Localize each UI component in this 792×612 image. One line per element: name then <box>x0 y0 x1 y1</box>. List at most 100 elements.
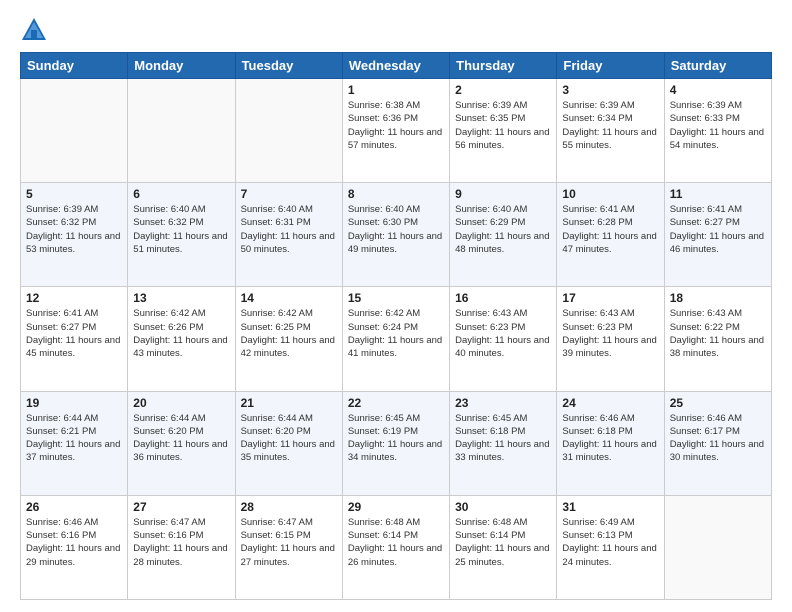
calendar-cell: 13 Sunrise: 6:42 AM Sunset: 6:26 PM Dayli… <box>128 287 235 391</box>
calendar-header-row: SundayMondayTuesdayWednesdayThursdayFrid… <box>21 53 772 79</box>
day-number: 10 <box>562 187 658 201</box>
day-number: 15 <box>348 291 444 305</box>
day-info: Sunrise: 6:44 AM Sunset: 6:21 PM Dayligh… <box>26 412 122 465</box>
calendar-cell: 4 Sunrise: 6:39 AM Sunset: 6:33 PM Daylig… <box>664 79 771 183</box>
day-number: 3 <box>562 83 658 97</box>
day-info: Sunrise: 6:44 AM Sunset: 6:20 PM Dayligh… <box>241 412 337 465</box>
logo <box>20 16 52 44</box>
day-number: 9 <box>455 187 551 201</box>
day-info: Sunrise: 6:39 AM Sunset: 6:33 PM Dayligh… <box>670 99 766 152</box>
day-number: 12 <box>26 291 122 305</box>
day-number: 28 <box>241 500 337 514</box>
day-info: Sunrise: 6:46 AM Sunset: 6:17 PM Dayligh… <box>670 412 766 465</box>
calendar-cell: 25 Sunrise: 6:46 AM Sunset: 6:17 PM Dayli… <box>664 391 771 495</box>
calendar-week-row: 12Sunrise: 6:41 AM Sunset: 6:27 PM Dayli… <box>21 287 772 391</box>
calendar-cell: 15 Sunrise: 6:42 AM Sunset: 6:24 PM Dayli… <box>342 287 449 391</box>
calendar-cell: 29Sunrise: 6:48 AM Sunset: 6:14 PM Dayli… <box>342 495 449 599</box>
calendar-day-header: Thursday <box>450 53 557 79</box>
calendar-cell: 9 Sunrise: 6:40 AM Sunset: 6:29 PM Daylig… <box>450 183 557 287</box>
day-info: Sunrise: 6:47 AM Sunset: 6:15 PM Dayligh… <box>241 516 337 569</box>
day-number: 29 <box>348 500 444 514</box>
calendar-cell: 5 Sunrise: 6:39 AM Sunset: 6:32 PM Daylig… <box>21 183 128 287</box>
day-number: 11 <box>670 187 766 201</box>
calendar-cell: 1 Sunrise: 6:38 AM Sunset: 6:36 PM Daylig… <box>342 79 449 183</box>
day-number: 26 <box>26 500 122 514</box>
day-number: 1 <box>348 83 444 97</box>
day-number: 24 <box>562 396 658 410</box>
day-info: Sunrise: 6:40 AM Sunset: 6:31 PM Dayligh… <box>241 203 337 256</box>
calendar-cell: 23Sunrise: 6:45 AM Sunset: 6:18 PM Dayli… <box>450 391 557 495</box>
header <box>20 16 772 44</box>
calendar-cell: 30 Sunrise: 6:48 AM Sunset: 6:14 PM Dayli… <box>450 495 557 599</box>
calendar-cell: 2 Sunrise: 6:39 AM Sunset: 6:35 PM Daylig… <box>450 79 557 183</box>
calendar-week-row: 26 Sunrise: 6:46 AM Sunset: 6:16 PM Dayli… <box>21 495 772 599</box>
day-info: Sunrise: 6:41 AM Sunset: 6:28 PM Dayligh… <box>562 203 658 256</box>
calendar-cell: 20Sunrise: 6:44 AM Sunset: 6:20 PM Dayli… <box>128 391 235 495</box>
calendar-cell: 27 Sunrise: 6:47 AM Sunset: 6:16 PM Dayli… <box>128 495 235 599</box>
calendar-cell: 10 Sunrise: 6:41 AM Sunset: 6:28 PM Dayli… <box>557 183 664 287</box>
day-number: 14 <box>241 291 337 305</box>
calendar-day-header: Wednesday <box>342 53 449 79</box>
day-number: 31 <box>562 500 658 514</box>
calendar-week-row: 19 Sunrise: 6:44 AM Sunset: 6:21 PM Dayli… <box>21 391 772 495</box>
calendar-cell: 6Sunrise: 6:40 AM Sunset: 6:32 PM Daylig… <box>128 183 235 287</box>
day-number: 18 <box>670 291 766 305</box>
calendar-cell: 17 Sunrise: 6:43 AM Sunset: 6:23 PM Dayli… <box>557 287 664 391</box>
day-number: 8 <box>348 187 444 201</box>
calendar-cell: 14Sunrise: 6:42 AM Sunset: 6:25 PM Dayli… <box>235 287 342 391</box>
calendar-cell <box>664 495 771 599</box>
day-number: 19 <box>26 396 122 410</box>
day-info: Sunrise: 6:40 AM Sunset: 6:29 PM Dayligh… <box>455 203 551 256</box>
day-number: 22 <box>348 396 444 410</box>
calendar-week-row: 5 Sunrise: 6:39 AM Sunset: 6:32 PM Daylig… <box>21 183 772 287</box>
day-info: Sunrise: 6:42 AM Sunset: 6:24 PM Dayligh… <box>348 307 444 360</box>
calendar-day-header: Tuesday <box>235 53 342 79</box>
day-number: 17 <box>562 291 658 305</box>
day-number: 4 <box>670 83 766 97</box>
day-number: 13 <box>133 291 229 305</box>
day-info: Sunrise: 6:38 AM Sunset: 6:36 PM Dayligh… <box>348 99 444 152</box>
calendar-cell <box>21 79 128 183</box>
day-info: Sunrise: 6:39 AM Sunset: 6:35 PM Dayligh… <box>455 99 551 152</box>
day-info: Sunrise: 6:45 AM Sunset: 6:19 PM Dayligh… <box>348 412 444 465</box>
day-info: Sunrise: 6:46 AM Sunset: 6:16 PM Dayligh… <box>26 516 122 569</box>
calendar-day-header: Friday <box>557 53 664 79</box>
calendar-cell: 24 Sunrise: 6:46 AM Sunset: 6:18 PM Dayli… <box>557 391 664 495</box>
calendar-week-row: 1 Sunrise: 6:38 AM Sunset: 6:36 PM Daylig… <box>21 79 772 183</box>
calendar-day-header: Saturday <box>664 53 771 79</box>
day-info: Sunrise: 6:43 AM Sunset: 6:22 PM Dayligh… <box>670 307 766 360</box>
day-info: Sunrise: 6:41 AM Sunset: 6:27 PM Dayligh… <box>670 203 766 256</box>
day-info: Sunrise: 6:39 AM Sunset: 6:34 PM Dayligh… <box>562 99 658 152</box>
day-info: Sunrise: 6:48 AM Sunset: 6:14 PM Dayligh… <box>455 516 551 569</box>
day-number: 21 <box>241 396 337 410</box>
day-info: Sunrise: 6:40 AM Sunset: 6:30 PM Dayligh… <box>348 203 444 256</box>
calendar-cell: 3 Sunrise: 6:39 AM Sunset: 6:34 PM Daylig… <box>557 79 664 183</box>
day-info: Sunrise: 6:42 AM Sunset: 6:26 PM Dayligh… <box>133 307 229 360</box>
day-info: Sunrise: 6:40 AM Sunset: 6:32 PM Dayligh… <box>133 203 229 256</box>
day-number: 27 <box>133 500 229 514</box>
day-info: Sunrise: 6:43 AM Sunset: 6:23 PM Dayligh… <box>562 307 658 360</box>
calendar-cell: 31 Sunrise: 6:49 AM Sunset: 6:13 PM Dayli… <box>557 495 664 599</box>
calendar-cell: 7Sunrise: 6:40 AM Sunset: 6:31 PM Daylig… <box>235 183 342 287</box>
day-info: Sunrise: 6:39 AM Sunset: 6:32 PM Dayligh… <box>26 203 122 256</box>
day-number: 5 <box>26 187 122 201</box>
calendar-cell: 11 Sunrise: 6:41 AM Sunset: 6:27 PM Dayli… <box>664 183 771 287</box>
day-info: Sunrise: 6:46 AM Sunset: 6:18 PM Dayligh… <box>562 412 658 465</box>
calendar-cell: 21 Sunrise: 6:44 AM Sunset: 6:20 PM Dayli… <box>235 391 342 495</box>
calendar-cell: 19 Sunrise: 6:44 AM Sunset: 6:21 PM Dayli… <box>21 391 128 495</box>
calendar-cell <box>128 79 235 183</box>
day-info: Sunrise: 6:49 AM Sunset: 6:13 PM Dayligh… <box>562 516 658 569</box>
calendar-cell: 26 Sunrise: 6:46 AM Sunset: 6:16 PM Dayli… <box>21 495 128 599</box>
calendar-cell: 28 Sunrise: 6:47 AM Sunset: 6:15 PM Dayli… <box>235 495 342 599</box>
calendar-cell <box>235 79 342 183</box>
calendar-cell: 22 Sunrise: 6:45 AM Sunset: 6:19 PM Dayli… <box>342 391 449 495</box>
day-number: 30 <box>455 500 551 514</box>
calendar-cell: 18 Sunrise: 6:43 AM Sunset: 6:22 PM Dayli… <box>664 287 771 391</box>
day-info: Sunrise: 6:43 AM Sunset: 6:23 PM Dayligh… <box>455 307 551 360</box>
calendar-day-header: Monday <box>128 53 235 79</box>
day-number: 2 <box>455 83 551 97</box>
day-number: 25 <box>670 396 766 410</box>
calendar-table: SundayMondayTuesdayWednesdayThursdayFrid… <box>20 52 772 600</box>
day-info: Sunrise: 6:47 AM Sunset: 6:16 PM Dayligh… <box>133 516 229 569</box>
calendar-cell: 12Sunrise: 6:41 AM Sunset: 6:27 PM Dayli… <box>21 287 128 391</box>
